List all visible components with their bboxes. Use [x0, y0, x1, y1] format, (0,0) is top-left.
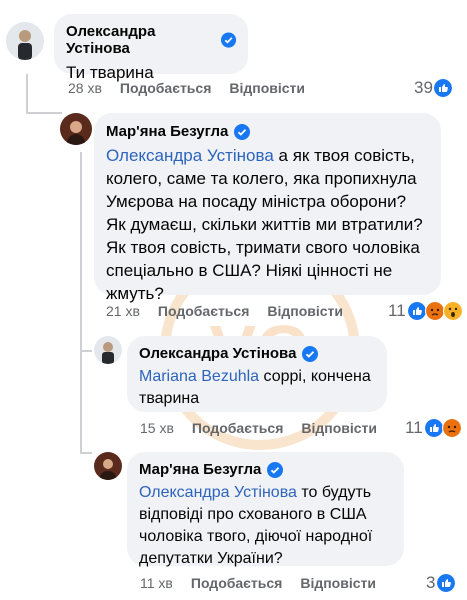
angry-icon: [424, 301, 445, 321]
reply-button[interactable]: Відповісти: [229, 80, 305, 96]
like-icon: [433, 79, 452, 97]
comment-meta: 28 хв Подобається Відповісти: [68, 80, 305, 96]
comment-author: Олександра Устінова: [66, 23, 236, 57]
reply-button[interactable]: Відповісти: [300, 575, 376, 591]
comment-meta: 11 хв Подобається Відповісти: [140, 575, 376, 591]
reaction-count: 39: [414, 78, 433, 97]
like-icon: [423, 418, 444, 438]
thread-line: [80, 152, 82, 452]
like-button[interactable]: Подобається: [120, 80, 211, 96]
reactions[interactable]: 39: [414, 78, 452, 98]
verified-icon: [234, 123, 251, 140]
comment-author: Мар'яна Безугла: [106, 123, 429, 140]
wow-icon: [442, 301, 463, 321]
thread-line: [80, 350, 92, 352]
thread-line: [80, 452, 92, 454]
reaction-count: 11: [388, 301, 406, 320]
comment-bubble: Олександра Устінова Mariana Bezuhla сорр…: [127, 336, 387, 412]
comment-text: Олександра Устінова а як твоя совість, к…: [106, 146, 423, 303]
like-button[interactable]: Подобається: [192, 420, 283, 436]
reactions[interactable]: 3: [426, 573, 457, 593]
verified-icon: [267, 461, 284, 478]
verified-icon: [220, 32, 236, 48]
mention-link[interactable]: Олександра Устінова: [106, 146, 274, 165]
like-icon: [436, 573, 457, 593]
reaction-count: 3: [426, 573, 436, 592]
reactions[interactable]: 11: [388, 301, 463, 321]
comment-bubble: Мар'яна Безугла Олександра Устінова то б…: [127, 452, 404, 567]
author-name[interactable]: Олександра Устінова: [139, 345, 296, 362]
reaction-count: 11: [405, 418, 423, 437]
comment-bubble: Олександра Устінова Ти тварина: [54, 14, 248, 82]
comment-meta: 21 хв Подобається Відповісти: [106, 303, 343, 319]
mention-link[interactable]: Олександра Устінова: [139, 484, 297, 501]
comment-text: Mariana Bezuhla соррі, кончена тварина: [139, 368, 371, 407]
comment-time[interactable]: 21 хв: [106, 303, 140, 319]
author-name[interactable]: Мар'яна Безугла: [106, 123, 228, 140]
avatar[interactable]: [60, 113, 92, 145]
avatar[interactable]: [94, 336, 122, 364]
comment-time[interactable]: 11 хв: [140, 575, 173, 591]
like-button[interactable]: Подобається: [191, 575, 282, 591]
verified-icon: [302, 345, 319, 362]
like-icon: [406, 301, 427, 321]
author-name[interactable]: Мар'яна Безугла: [139, 461, 261, 478]
comment-meta: 15 хв Подобається Відповісти: [140, 420, 377, 436]
comment-time[interactable]: 15 хв: [140, 420, 174, 436]
mention-link[interactable]: Mariana Bezuhla: [139, 368, 259, 385]
comment-text: Олександра Устінова то будуть відповіді …: [139, 484, 373, 567]
comment-time[interactable]: 28 хв: [68, 80, 102, 96]
like-button[interactable]: Подобається: [158, 303, 249, 319]
comment-bubble: Мар'яна Безугла Олександра Устінова а як…: [94, 113, 441, 303]
thread-line: [26, 74, 28, 114]
thread-line: [26, 112, 62, 114]
avatar[interactable]: [6, 22, 44, 60]
comment-author: Олександра Устінова: [139, 345, 375, 362]
reply-button[interactable]: Відповісти: [301, 420, 377, 436]
reply-button[interactable]: Відповісти: [267, 303, 343, 319]
angry-icon: [441, 418, 462, 438]
reactions[interactable]: 11: [405, 418, 462, 438]
avatar[interactable]: [94, 452, 122, 480]
comment-author: Мар'яна Безугла: [139, 461, 392, 478]
author-name[interactable]: Олександра Устінова: [66, 23, 215, 57]
